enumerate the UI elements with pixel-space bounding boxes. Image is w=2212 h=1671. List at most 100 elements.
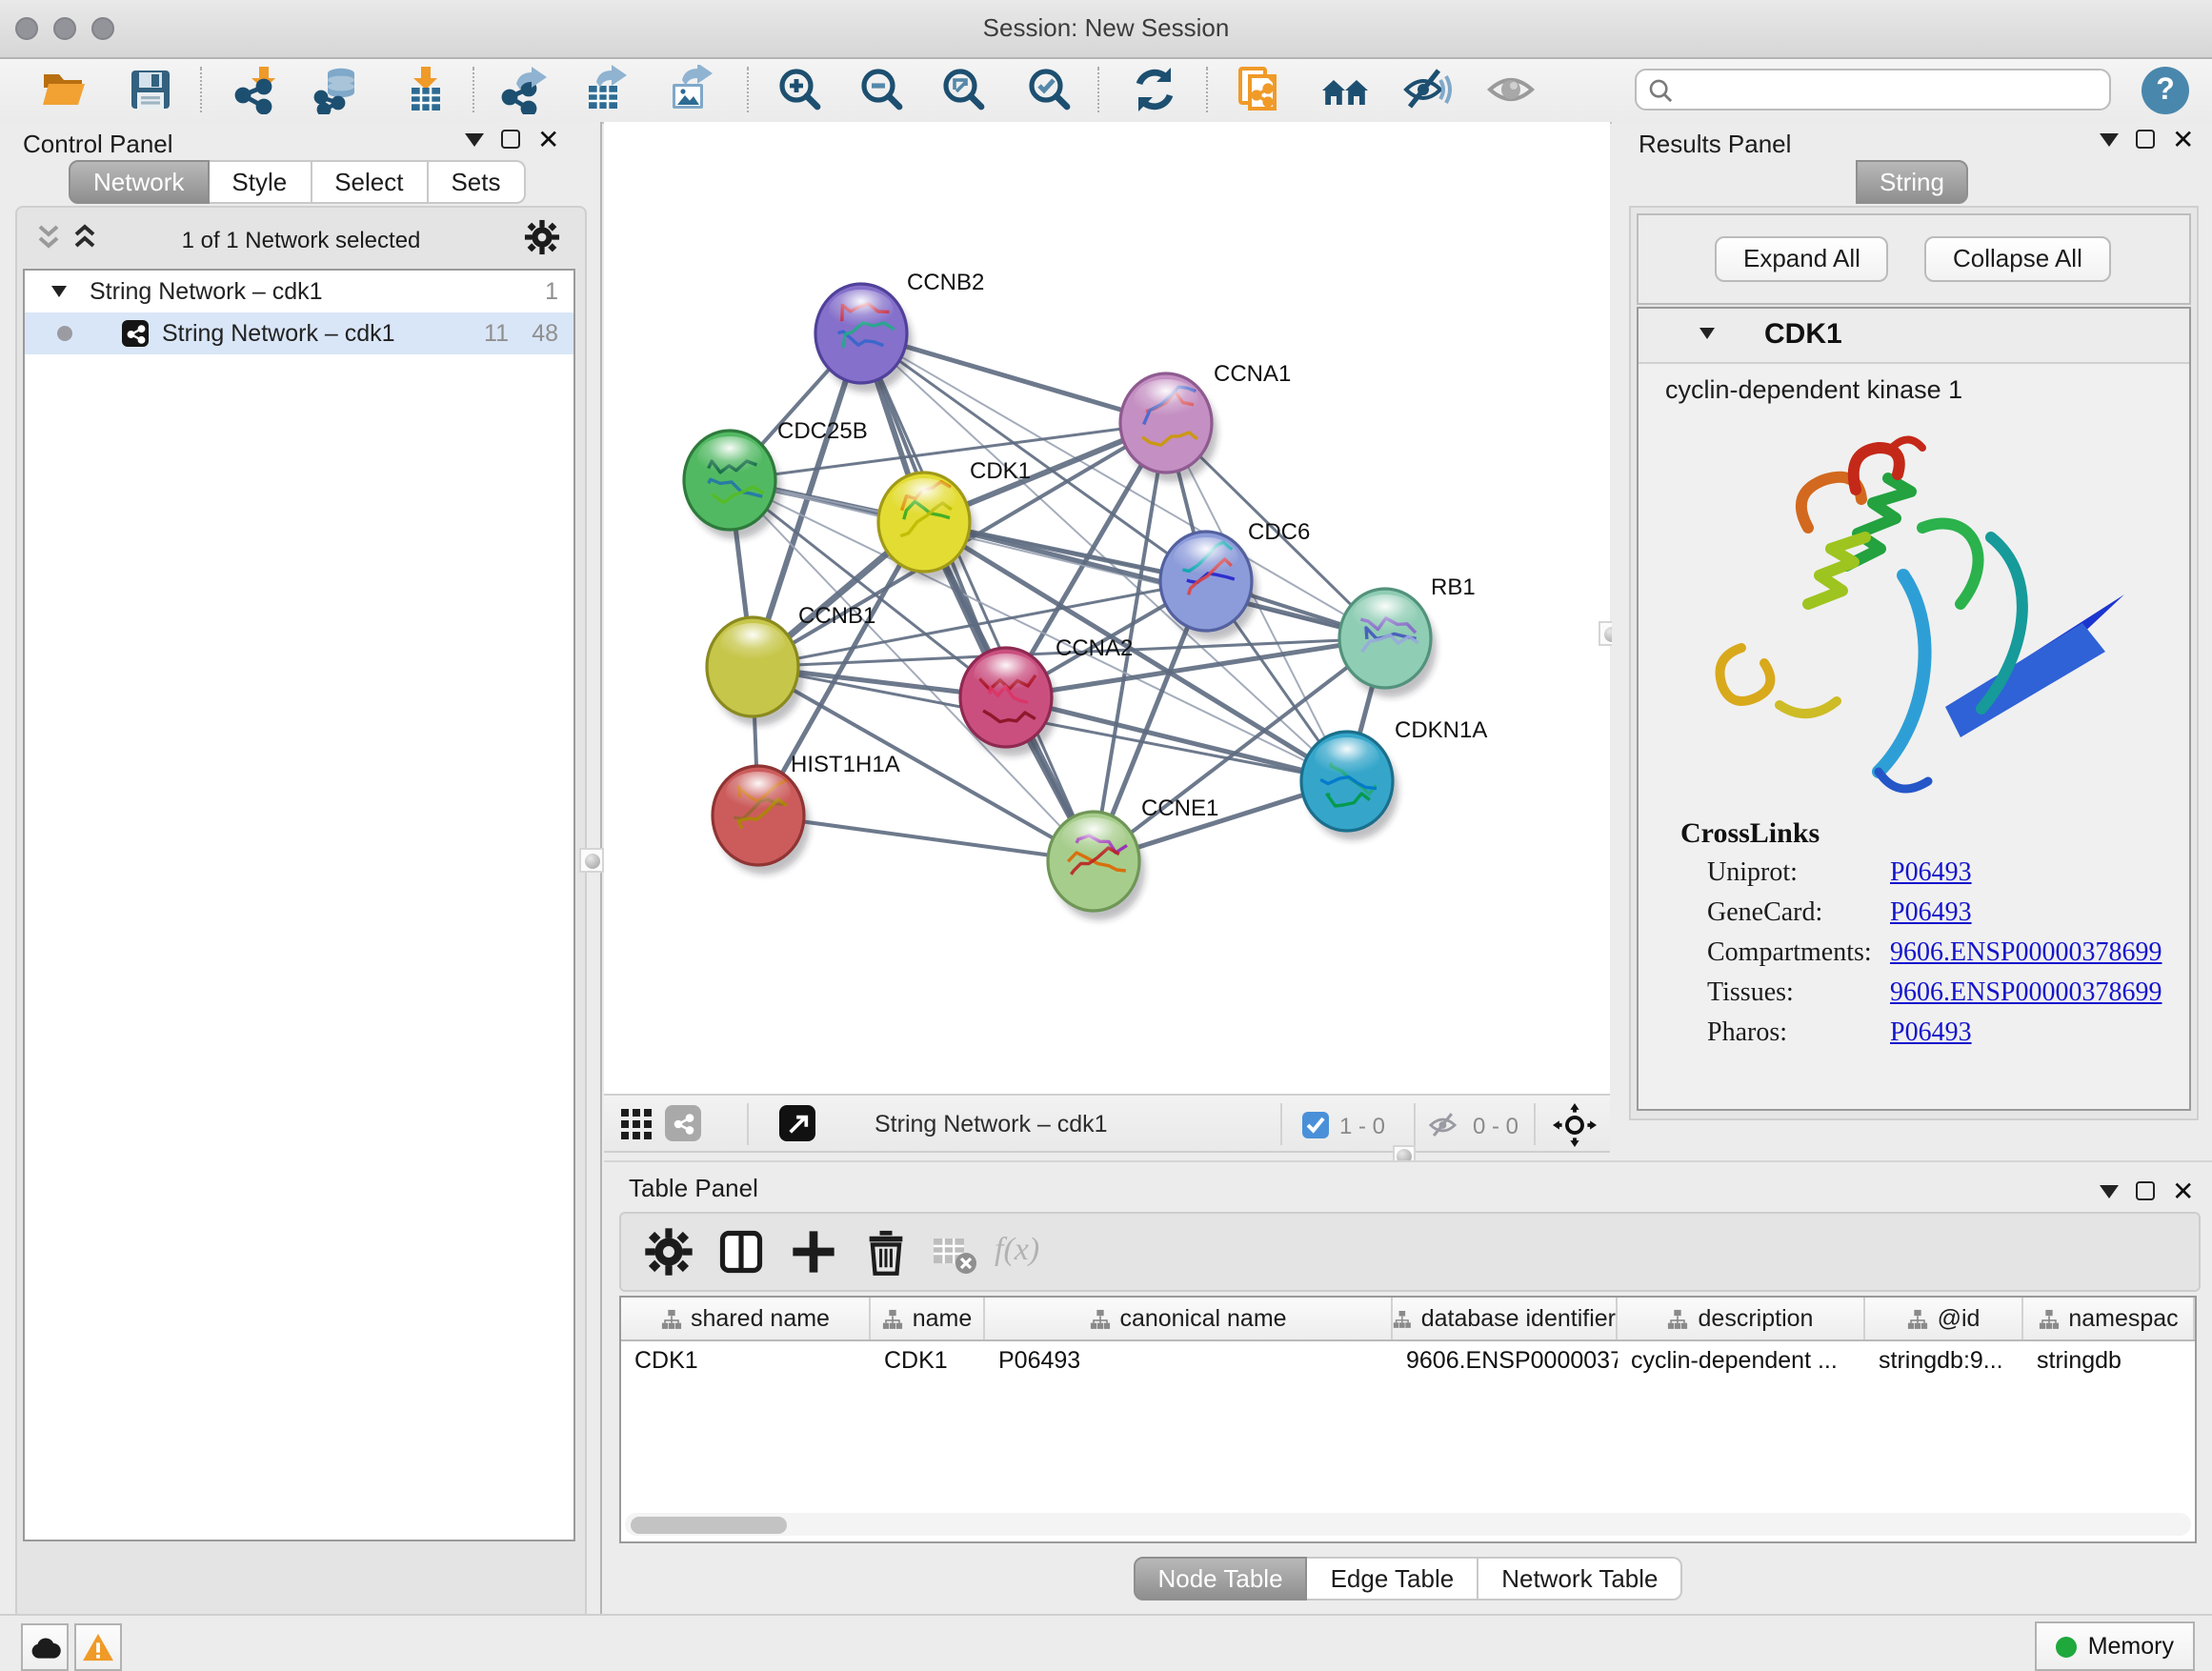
panel-collapse-icon[interactable] <box>2100 1184 2119 1198</box>
node-CCNB2[interactable] <box>815 284 913 393</box>
left-splitter-handle[interactable] <box>579 848 604 873</box>
export-table-button[interactable] <box>581 65 631 114</box>
disclosure-triangle-icon[interactable] <box>51 286 67 297</box>
detach-view-icon[interactable] <box>779 1105 815 1141</box>
column-header-canonical-name[interactable]: canonical name <box>985 1298 1393 1339</box>
help-button[interactable]: ? <box>2142 67 2189 114</box>
crosslink-label: GeneCard: <box>1707 897 1890 932</box>
table-row[interactable]: CDK1CDK1P064939606.ENSP00000378699cyclin… <box>621 1341 2195 1381</box>
crosslink-uniprot--link[interactable]: P06493 <box>1890 857 1972 892</box>
panel-collapse-icon[interactable] <box>465 132 484 146</box>
collapse-all-button[interactable]: Collapse All <box>1924 236 2111 282</box>
selected-checkbox-icon[interactable] <box>1301 1111 1330 1139</box>
hide-selected-button[interactable] <box>1402 65 1452 114</box>
first-neighbors-button[interactable] <box>1320 65 1370 114</box>
panel-collapse-icon[interactable] <box>2100 132 2119 146</box>
import-table-button[interactable] <box>400 65 450 114</box>
crosslink-tissues--link[interactable]: 9606.ENSP00000378699 <box>1890 977 2162 1012</box>
column-header-database-identifier[interactable]: database identifier <box>1393 1298 1618 1339</box>
add-column-icon[interactable] <box>789 1227 838 1277</box>
memory-button[interactable]: Memory <box>2035 1621 2195 1671</box>
attribute-type-icon <box>882 1308 903 1329</box>
column-header-name[interactable]: name <box>871 1298 985 1339</box>
import-network-button[interactable] <box>232 65 282 114</box>
panel-close-icon[interactable]: ✕ <box>2172 1181 2194 1200</box>
column-header-namespac[interactable]: namespac <box>2023 1298 2195 1339</box>
panel-close-icon[interactable]: ✕ <box>2172 130 2194 149</box>
cell-name[interactable]: CDK1 <box>871 1341 985 1381</box>
tab-sets[interactable]: Sets <box>428 160 525 204</box>
table-horizontal-scrollbar[interactable] <box>625 1513 2191 1536</box>
tab-select[interactable]: Select <box>312 160 428 204</box>
node-CDK1[interactable] <box>878 473 975 581</box>
network-canvas[interactable]: CCNB2CCNA1CDC25BCDK1CDC6RB1CCNB1CCNA2CDK… <box>604 122 1610 1094</box>
column-header-shared-name[interactable]: shared name <box>621 1298 871 1339</box>
show-all-button[interactable] <box>1486 65 1536 114</box>
import-database-button[interactable] <box>312 65 362 114</box>
delete-column-trash-icon[interactable] <box>861 1227 911 1277</box>
refresh-button[interactable] <box>1130 65 1179 114</box>
node-CCNE1[interactable] <box>1048 812 1145 920</box>
network-group-row[interactable]: String Network – cdk1 1 <box>25 271 573 312</box>
zoom-fit-button[interactable] <box>939 65 989 114</box>
open-file-button[interactable] <box>40 65 90 114</box>
panel-float-icon[interactable] <box>2136 130 2155 149</box>
cell--id[interactable]: stringdb:9... <box>1865 1341 2023 1381</box>
node-CCNA2[interactable] <box>960 648 1057 756</box>
zoom-out-button[interactable] <box>857 65 907 114</box>
network-item-row[interactable]: String Network – cdk1 11 48 <box>25 312 573 354</box>
node-RB1[interactable] <box>1339 589 1437 697</box>
save-session-button[interactable] <box>126 65 175 114</box>
panel-float-icon[interactable] <box>2136 1181 2155 1200</box>
tab-node-table[interactable]: Node Table <box>1133 1557 1307 1601</box>
disclosure-triangle-icon[interactable] <box>1699 328 1715 339</box>
clone-network-button[interactable] <box>1235 65 1284 114</box>
cell-namespac[interactable]: stringdb <box>2023 1341 2195 1381</box>
crosslink-genecard--link[interactable]: P06493 <box>1890 897 1972 932</box>
crosslink-compartments--link[interactable]: 9606.ENSP00000378699 <box>1890 937 2162 972</box>
crosshair-icon[interactable] <box>1553 1103 1597 1147</box>
crosslink-pharos--link[interactable]: P06493 <box>1890 1017 1972 1052</box>
export-network-button[interactable] <box>499 65 549 114</box>
attribute-type-icon <box>660 1308 681 1329</box>
column-header--id[interactable]: @id <box>1865 1298 2023 1339</box>
cloud-button[interactable] <box>21 1623 69 1671</box>
table-settings-gear-icon[interactable] <box>644 1227 694 1277</box>
scrollbar-thumb[interactable] <box>631 1516 787 1533</box>
tab-network-table[interactable]: Network Table <box>1478 1557 1682 1601</box>
hidden-eye-icon[interactable] <box>1429 1111 1461 1139</box>
cell-canonical-name[interactable]: P06493 <box>985 1341 1393 1381</box>
tab-style[interactable]: Style <box>209 160 312 204</box>
zoom-in-button[interactable] <box>775 65 825 114</box>
tab-edge-table[interactable]: Edge Table <box>1308 1557 1479 1601</box>
gear-icon[interactable] <box>524 219 560 255</box>
crosslink-row: Uniprot:P06493 <box>1707 857 2189 892</box>
node-HIST1H1A[interactable] <box>713 766 810 875</box>
panel-close-icon[interactable]: ✕ <box>537 130 559 149</box>
node-result-header[interactable]: CDK1 <box>1639 309 2189 364</box>
expand-all-button[interactable]: Expand All <box>1715 236 1889 282</box>
warnings-button[interactable] <box>74 1623 122 1671</box>
node-result-entry: CDK1 cyclin-dependent kinase 1 <box>1637 307 2191 1111</box>
string-view-icon[interactable] <box>665 1105 701 1141</box>
cell-shared-name[interactable]: CDK1 <box>621 1341 871 1381</box>
node-CDKN1A[interactable] <box>1301 732 1398 840</box>
export-image-button[interactable] <box>665 65 714 114</box>
search-input[interactable] <box>1673 74 2098 105</box>
zoom-selected-button[interactable] <box>1025 65 1075 114</box>
edge-CCNB2-CCNE1[interactable] <box>861 333 1094 861</box>
crosslink-row: Compartments:9606.ENSP00000378699 <box>1707 937 2189 972</box>
column-header-description[interactable]: description <box>1618 1298 1865 1339</box>
grid-view-icon[interactable] <box>621 1109 654 1141</box>
node-CDC6[interactable] <box>1160 532 1257 640</box>
tab-string[interactable]: String <box>1855 160 1969 204</box>
node-CDC25B[interactable] <box>684 431 781 539</box>
search-field[interactable] <box>1635 69 2111 111</box>
show-columns-icon[interactable] <box>716 1227 766 1277</box>
node-CCNA1[interactable] <box>1120 373 1217 482</box>
panel-float-icon[interactable] <box>501 130 520 149</box>
cell-database-identifier[interactable]: 9606.ENSP00000378699 <box>1393 1341 1618 1381</box>
cell-description[interactable]: cyclin-dependent ... <box>1618 1341 1865 1381</box>
tab-network[interactable]: Network <box>69 160 209 204</box>
crosslink-row: Tissues:9606.ENSP00000378699 <box>1707 977 2189 1012</box>
